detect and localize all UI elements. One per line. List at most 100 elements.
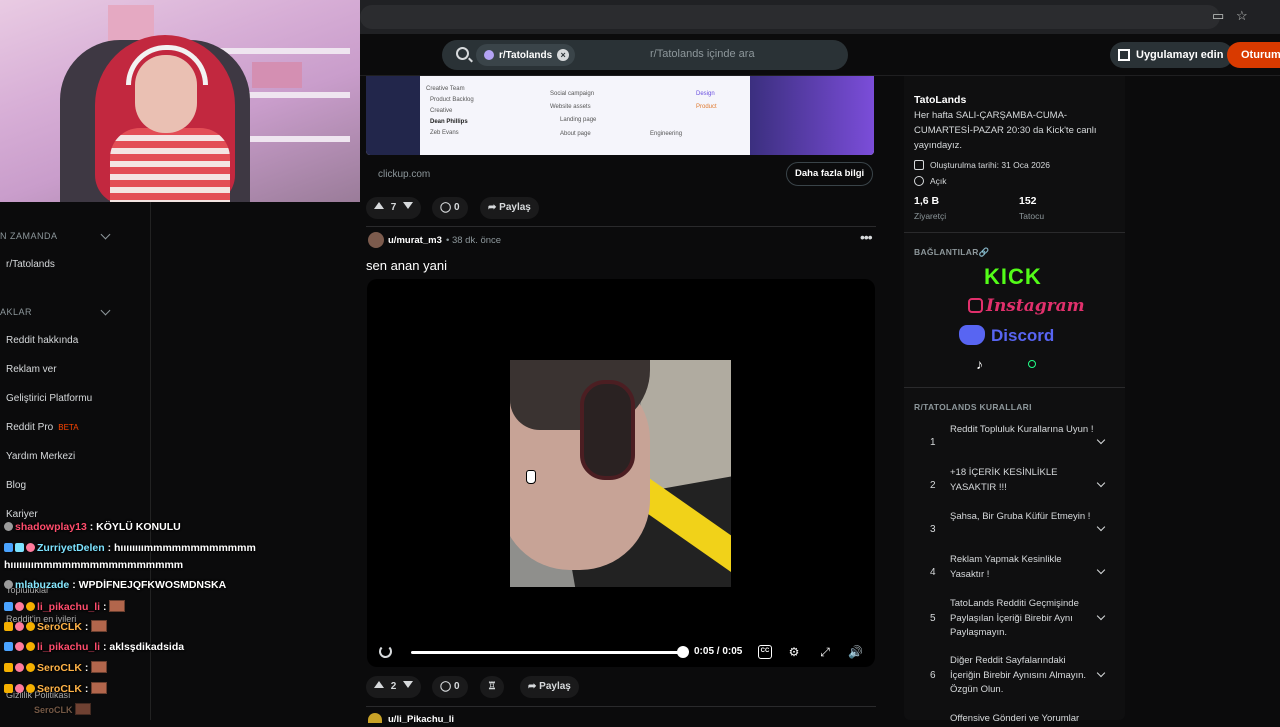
rule-item[interactable]: 4 Reklam Yapmak Kesinlikle Yasaktır ! [914,553,1114,593]
search-placeholder: r/Tatolands içinde ara [650,48,755,60]
rule-item[interactable]: 1 Reddit Topluluk Kurallarına Uyun ! [914,423,1114,463]
community-filter-chip[interactable]: r/Tatolands × [476,44,576,66]
reddit-header: r/Tatolands × r/Tatolands içinde ara Uyg… [360,34,1280,87]
ad-image-text: Product [696,104,717,110]
post-title[interactable]: sen anan yani [366,258,447,273]
chevron-down-icon[interactable] [1096,478,1106,488]
comments-button[interactable]: ◯ 0 [432,197,468,219]
captions-icon[interactable]: CC [758,645,772,659]
badge-icon [26,642,35,651]
chat-text: : KÖYLÜ KONULU [89,521,181,533]
sidebar-item-about[interactable]: Reddit hakkında [6,335,78,346]
chevron-down-icon[interactable] [100,305,111,316]
chevron-down-icon[interactable] [1096,668,1106,678]
ad-image[interactable]: Creative Team Product Backlog Creative D… [366,76,874,155]
tiktok-icon[interactable]: ♪ [976,356,983,372]
ad-image-text: Landing page [560,117,597,123]
chat-username: SeroCLK [37,662,82,674]
badge-icon [15,642,24,651]
login-button[interactable]: Oturum a [1227,42,1280,87]
emote-icon [75,703,92,715]
downvote-icon[interactable] [403,681,414,688]
chat-text: : [84,621,89,633]
ad-url[interactable]: clickup.com [378,169,430,180]
avatar[interactable] [368,713,382,723]
instagram-link[interactable]: Instagram [968,296,1085,316]
volume-icon[interactable]: 🔊 [848,645,863,659]
close-icon[interactable]: × [557,49,570,61]
rule-text: Diğer Reddit Sayfalarındaki İçeriğin Bir… [950,655,1087,695]
downvote-icon[interactable] [403,202,414,209]
search-input[interactable]: r/Tatolands × r/Tatolands içinde ara [442,40,848,70]
chevron-down-icon[interactable] [1096,435,1106,445]
badge-icon [4,663,13,672]
comments-button[interactable]: ◯ 0 [432,676,468,698]
community-sidebar: TatoLands Her hafta SALI-ÇARŞAMBA-CUMA-C… [904,76,1125,724]
replay-icon[interactable] [379,645,392,658]
chevron-down-icon[interactable] [1096,611,1106,621]
fullscreen-icon[interactable]: ⤢ [818,645,832,659]
community-chip-label: r/Tatolands [499,49,553,61]
search-icon [456,47,469,60]
get-app-button[interactable]: Uygulamayı edin [1110,42,1234,68]
sidebar-item-tatolands[interactable]: r/Tatolands [6,259,55,270]
rule-text: Reddit Topluluk Kurallarına Uyun ! [950,424,1094,435]
video-player[interactable]: 0:05 / 0:05 CC ⚙ ⤢ 🔊 [367,279,875,667]
chat-username: mlabuzade [15,579,70,591]
cast-icon[interactable]: ▭ [1212,9,1226,23]
video-progress-track[interactable] [411,651,683,654]
sidebar-divider [904,387,1125,388]
section-resources-title[interactable]: AKLAR [0,307,32,317]
settings-gear-icon[interactable]: ⚙ [787,645,801,659]
more-options-icon[interactable]: ••• [860,229,873,245]
address-bar[interactable] [360,5,1220,29]
video-progress-handle[interactable] [677,646,689,658]
bookmark-star-icon[interactable]: ☆ [1236,9,1250,23]
post-divider [366,226,876,227]
streamer-shirt [110,128,230,202]
badge-icon [4,580,13,589]
chat-username: shadowplay13 [15,521,87,533]
rule-item[interactable]: 2 +18 İÇERİK KESİNLİKLE YASAKTIR !!! [914,466,1114,506]
share-label: Paylaş [499,202,531,213]
qr-code-icon [1118,49,1130,61]
rule-item[interactable]: Offensive Gönderi ve Yorumlar [914,712,1114,726]
chat-username: ZurriyetDelen [37,542,105,554]
chat-message: shadowplay13 : KÖYLÜ KONULU [4,521,181,533]
chevron-down-icon[interactable] [1096,522,1106,532]
rule-item[interactable]: 6 Diğer Reddit Sayfalarındaki İçeriğin Bi… [914,654,1114,699]
chevron-down-icon[interactable] [100,229,111,240]
vote-control[interactable]: 2 [366,676,422,698]
rule-item[interactable]: 3 Şahsa, Bir Gruba Küfür Etmeyin ! [914,510,1114,550]
ad-image-text: Creative [430,108,453,114]
chat-username: SeroCLK [37,621,82,633]
comment-count: 0 [453,681,460,692]
sidebar-item-help-center[interactable]: Yardım Merkezi [6,451,75,462]
learn-more-button[interactable]: Daha fazla bilgi [786,162,874,186]
cake-icon [914,160,924,170]
share-button[interactable]: ➦ Paylaş [520,676,579,698]
badge-icon [15,663,24,672]
visibility-label: Açık [930,176,947,186]
avatar[interactable] [368,232,384,248]
share-button[interactable]: ➦ Paylaş [480,197,539,219]
link-icon[interactable] [1028,360,1036,368]
sidebar-item-reddit-pro[interactable]: Reddit Pro BETA [6,422,79,433]
sidebar-item-developer-platform[interactable]: Geliştirici Platformu [6,393,92,404]
chevron-down-icon[interactable] [1096,565,1106,575]
chat-username: li_pikachu_li [37,641,101,653]
vote-control[interactable]: 7 [366,197,422,219]
discord-link[interactable]: Discord [959,325,1054,346]
kick-link[interactable]: KICK [984,264,1042,290]
rule-item[interactable]: 5 TatoLands Redditi Geçmişinde Paylaşılan… [914,597,1114,642]
upvote-icon[interactable] [374,202,384,209]
upvote-icon[interactable] [374,681,384,688]
sidebar-item-advertise[interactable]: Reklam ver [6,364,57,375]
sidebar-item-blog[interactable]: Blog [6,480,26,491]
section-recent-title[interactable]: N ZAMANDA [0,231,58,241]
award-button[interactable]: ♖ [480,676,504,698]
chat-text: : hıııııııımmmmmmmmmmmm [107,542,256,554]
post-author[interactable]: u/murat_m3 [388,235,442,246]
rule-text: Şahsa, Bir Gruba Küfür Etmeyin ! [950,511,1091,522]
chat-message: hıııııııımmmmmmmmmmmmmmmm [4,559,183,571]
